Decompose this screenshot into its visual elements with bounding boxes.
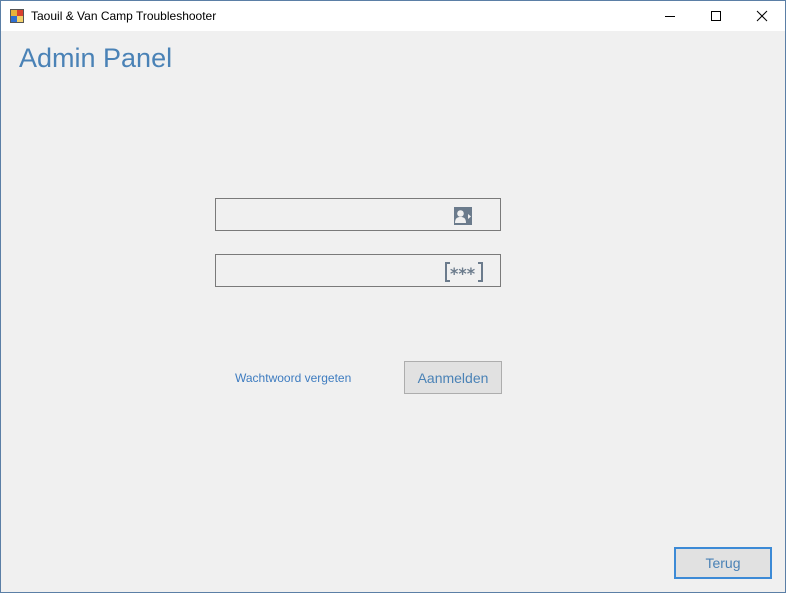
username-input[interactable] [222,205,446,227]
svg-text:***: *** [450,264,476,282]
user-card-icon [454,207,474,230]
maximize-icon [711,11,721,21]
window-title: Taouil & Van Camp Troubleshooter [31,9,217,23]
password-dots-icon: *** [445,262,483,287]
password-input[interactable] [222,261,446,283]
back-button[interactable]: Terug [674,547,772,579]
password-field[interactable]: *** [215,254,501,287]
app-window: Taouil & Van Camp Troubleshooter Admin P… [0,0,786,593]
login-button[interactable]: Aanmelden [404,361,502,394]
forgot-password-link[interactable]: Wachtwoord vergeten [235,371,351,385]
page-title: Admin Panel [19,43,173,73]
minimize-button[interactable] [647,1,693,31]
title-bar[interactable]: Taouil & Van Camp Troubleshooter [1,1,785,31]
minimize-icon [665,16,675,17]
close-button[interactable] [739,1,785,31]
maximize-button[interactable] [693,1,739,31]
username-field[interactable] [215,198,501,231]
close-icon [756,10,768,22]
app-icon [10,9,24,23]
